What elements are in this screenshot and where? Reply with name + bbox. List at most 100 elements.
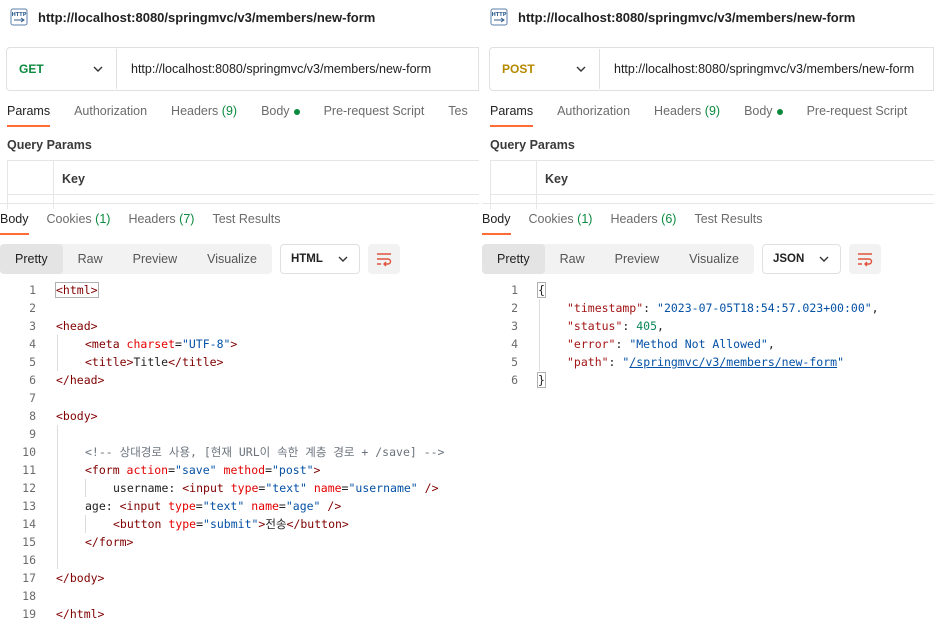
query-params-table: Key (490, 160, 934, 209)
code-token: </button> (286, 517, 349, 531)
view-visualize[interactable]: Visualize (674, 244, 754, 274)
tab-params[interactable]: Params (490, 104, 534, 127)
json-value: "Method Not Allowed" (629, 337, 768, 351)
format-select[interactable]: JSON (761, 244, 842, 274)
method-select[interactable]: GET (7, 49, 117, 89)
query-params-title: Query Params (490, 138, 575, 152)
url-input[interactable]: http://localhost:8080/springmvc/v3/membe… (117, 62, 431, 76)
key-header: Key (545, 172, 568, 186)
checkbox-column (490, 161, 537, 209)
wrap-lines-button[interactable] (367, 244, 400, 274)
code-token: type (168, 517, 197, 531)
tab-headers[interactable]: Headers (9) (654, 104, 720, 126)
response-divider (0, 203, 479, 204)
line-number: 1 (29, 283, 36, 297)
wrap-lines-icon (858, 253, 873, 267)
json-path-link[interactable]: /springmvc/v3/members/new-form (629, 355, 837, 369)
code-token: Title (133, 355, 169, 369)
method-label: POST (502, 62, 535, 76)
line-number: 9 (29, 427, 36, 441)
resp-tab-test-results[interactable]: Test Results (694, 212, 762, 234)
line-number: 3 (511, 319, 518, 333)
resp-tab-cookies[interactable]: Cookies (1) (529, 212, 593, 234)
code-token: "post" (272, 463, 314, 477)
code-token: type (168, 499, 196, 513)
code-token: age: (85, 499, 120, 513)
tab-body-label: Body (744, 104, 773, 118)
cookies-count: (1) (95, 212, 111, 226)
tab-authorization[interactable]: Authorization (74, 104, 147, 126)
http-icon: HTTP (10, 8, 28, 26)
request-tabs: Params Authorization Headers (9) Body Pr… (490, 104, 931, 127)
resp-tab-headers-label: Headers (610, 212, 658, 226)
format-select[interactable]: HTML (279, 244, 360, 274)
tab-headers[interactable]: Headers (9) (171, 104, 237, 126)
headers-count: (9) (221, 104, 238, 118)
tab-body[interactable]: Body (261, 104, 300, 126)
tab-params[interactable]: Params (7, 104, 51, 127)
view-pretty[interactable]: Pretty (0, 244, 63, 274)
wrap-lines-icon (376, 253, 392, 267)
tab-body[interactable]: Body (744, 104, 783, 126)
code-token: name (313, 481, 342, 495)
response-tabs: Body Cookies (1) Headers (7) Test Result… (0, 212, 299, 235)
view-preview[interactable]: Preview (600, 244, 674, 274)
line-number: 2 (29, 301, 36, 315)
chevron-down-icon (576, 66, 586, 72)
response-tabs: Body Cookies (1) Headers (6) Test Result… (482, 212, 781, 235)
code-token: <meta (85, 337, 127, 351)
url-input[interactable]: http://localhost:8080/springmvc/v3/membe… (600, 62, 914, 76)
tab-tests[interactable]: Tes (448, 104, 467, 126)
json-key: "timestamp" (567, 301, 644, 315)
code-token: "submit" (203, 517, 259, 531)
wrap-lines-button[interactable] (849, 244, 882, 274)
code-token: "UTF-8" (181, 337, 231, 351)
query-params-table: Key (7, 160, 479, 209)
code-comment: <!-- 상대경로 사용, [현재 URL이 속한 계층 경로 + /save]… (85, 445, 445, 459)
line-number: 19 (22, 607, 36, 621)
tab-headers-label: Headers (654, 104, 702, 118)
tab-headers-label: Headers (171, 104, 219, 118)
code-token: action (126, 463, 169, 477)
svg-text:HTTP: HTTP (12, 12, 27, 18)
response-code-html: 1 <html> 2 3 <head> 4 <meta charset="UTF-8"… (0, 281, 479, 623)
resp-tab-headers[interactable]: Headers (6) (610, 212, 676, 234)
view-mode-segment: Pretty Raw Preview Visualize (482, 244, 754, 274)
resp-headers-count: (7) (179, 212, 195, 226)
code-token: "age" (285, 499, 321, 513)
line-number: 14 (22, 517, 36, 531)
code-token: </html> (56, 607, 105, 621)
request-bar: POST http://localhost:8080/springmvc/v3/… (489, 47, 934, 91)
code-token: /> (417, 481, 439, 495)
json-value: "2023-07-05T18:54:57.023+00:00" (657, 301, 872, 315)
resp-tab-test-results[interactable]: Test Results (212, 212, 280, 234)
line-number: 10 (22, 445, 36, 459)
json-brace: { (537, 282, 546, 298)
code-token: </title> (168, 355, 224, 369)
resp-tab-cookies[interactable]: Cookies (1) (47, 212, 111, 234)
code-token: <title> (85, 355, 134, 369)
code-token: </body> (56, 571, 105, 585)
view-raw[interactable]: Raw (545, 244, 600, 274)
tab-authorization[interactable]: Authorization (557, 104, 630, 126)
resp-tab-cookies-label: Cookies (46, 212, 92, 226)
code-token: method (223, 463, 266, 477)
code-token: <html> (55, 282, 99, 298)
view-raw[interactable]: Raw (63, 244, 118, 274)
resp-tab-body[interactable]: Body (482, 212, 511, 235)
view-toolbar: Pretty Raw Preview Visualize HTML (0, 244, 400, 274)
view-visualize[interactable]: Visualize (192, 244, 272, 274)
chevron-down-icon (338, 256, 348, 262)
line-number: 13 (22, 499, 36, 513)
tab-pre-request-script[interactable]: Pre-request Script (807, 104, 908, 126)
title-bar: HTTP http://localhost:8080/springmvc/v3/… (10, 6, 375, 28)
resp-tab-body[interactable]: Body (0, 212, 29, 235)
resp-tab-headers[interactable]: Headers (7) (128, 212, 194, 234)
code-token: name (251, 499, 279, 513)
code-token: </head> (56, 373, 105, 387)
view-pretty[interactable]: Pretty (482, 244, 545, 274)
method-select[interactable]: POST (490, 49, 600, 89)
tab-pre-request-script[interactable]: Pre-request Script (324, 104, 425, 126)
view-preview[interactable]: Preview (118, 244, 192, 274)
cookies-count: (1) (577, 212, 593, 226)
